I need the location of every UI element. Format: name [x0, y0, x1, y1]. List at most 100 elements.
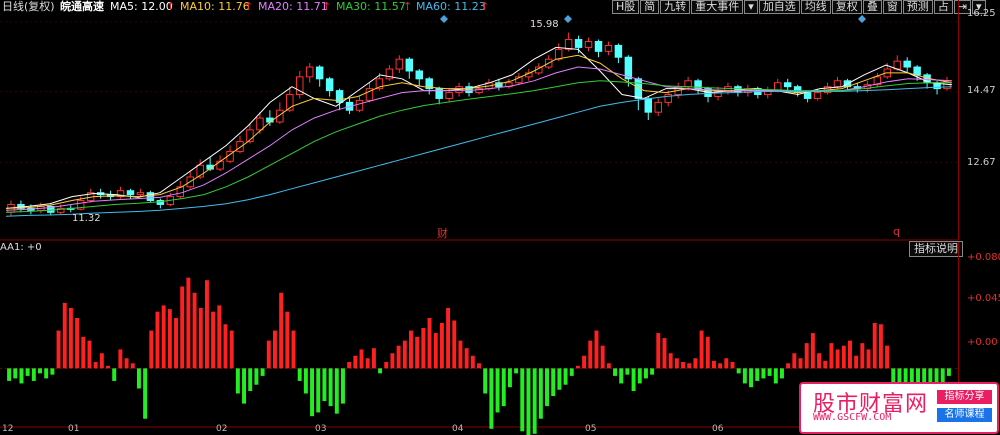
indicator-label-high: +0.080	[967, 252, 1000, 263]
indicator-positive-bar	[600, 345, 605, 369]
indicator-positive-bar	[439, 323, 444, 369]
q-event-marker[interactable]: q	[893, 225, 900, 238]
up-candle	[136, 192, 145, 196]
indicator-negative-bar	[25, 368, 30, 376]
indicator-negative-bar	[31, 368, 36, 381]
up-candle	[305, 66, 314, 78]
indicator-positive-bar	[180, 286, 185, 369]
month-label: 12	[2, 424, 14, 434]
indicator-negative-bar	[13, 368, 18, 379]
indicator-positive-bar	[186, 277, 191, 369]
indicator-negative-bar	[38, 368, 42, 374]
indicator-positive-bar	[390, 353, 395, 369]
indicator-positive-bar	[353, 355, 358, 369]
indicator-positive-bar	[106, 365, 110, 369]
finance-event-marker[interactable]: 财	[437, 225, 448, 241]
indicator-negative-bar	[495, 368, 500, 413]
price-label-low: 12.67	[967, 157, 996, 168]
low-price-note: 11.32	[72, 213, 101, 224]
indicator-positive-bar	[798, 358, 803, 369]
up-candle	[813, 92, 822, 99]
indicator-negative-bar	[254, 368, 259, 385]
ma10-line	[5, 54, 953, 209]
indicator-positive-bar	[384, 362, 389, 369]
indicator-positive-bar	[575, 365, 580, 369]
indicator-negative-bar	[19, 368, 24, 384]
indicator-label-mid: +0.045	[967, 293, 1000, 304]
down-candle	[574, 39, 583, 48]
up-candle	[554, 48, 563, 60]
ma5-line	[5, 46, 953, 209]
up-candle	[604, 44, 613, 52]
indicator-negative-bar	[613, 368, 618, 376]
indicator-positive-bar	[396, 345, 401, 369]
down-candle	[325, 78, 334, 92]
indicator-label-zero: +0.00	[967, 337, 998, 348]
indicator-negative-bar	[143, 368, 148, 419]
indicator-negative-bar	[563, 368, 568, 385]
indicator-negative-bar	[297, 368, 302, 381]
site-watermark[interactable]: 股市财富网 WWW.GSCFW.COM 指标分享 名师课程	[799, 382, 999, 434]
up-candle	[355, 99, 364, 111]
indicator-positive-bar	[217, 305, 222, 369]
indicator-positive-bar	[415, 336, 420, 369]
indicator-negative-bar	[334, 368, 339, 414]
indicator-negative-bar	[538, 368, 543, 419]
indicator-positive-bar	[446, 307, 451, 369]
indicator-positive-bar	[606, 363, 611, 369]
down-candle	[783, 82, 792, 88]
down-candle	[903, 60, 911, 68]
indicator-positive-bar	[56, 330, 61, 369]
indicator-positive-bar	[458, 340, 463, 369]
down-candle	[126, 190, 135, 196]
indicator-negative-bar	[378, 368, 383, 374]
indicator-positive-bar	[724, 358, 729, 369]
up-candle	[445, 92, 453, 99]
indicator-positive-bar	[464, 348, 469, 369]
indicator-negative-bar	[736, 368, 741, 374]
indicator-negative-bar	[501, 368, 506, 407]
indicator-negative-bar	[483, 368, 488, 394]
candlestick-chart[interactable]	[0, 0, 958, 435]
indicator-positive-bar	[674, 358, 679, 369]
indicator-positive-bar	[87, 340, 92, 369]
indicator-negative-bar	[625, 368, 630, 375]
indicator-negative-bar	[749, 368, 754, 388]
watermark-tag-share: 指标分享	[937, 390, 992, 404]
indicator-positive-bar	[427, 317, 432, 369]
indicator-positive-bar	[588, 340, 593, 369]
indicator-positive-bar	[285, 311, 290, 369]
indicator-positive-bar	[75, 317, 80, 369]
indicator-negative-bar	[507, 368, 512, 388]
indicator-positive-bar	[804, 343, 809, 369]
indicator-negative-bar	[773, 368, 778, 384]
indicator-negative-bar	[532, 368, 537, 434]
price-label-high: 16.25	[967, 8, 996, 19]
indicator-positive-bar	[124, 358, 129, 369]
indicator-positive-bar	[817, 353, 822, 369]
indicator-positive-bar	[848, 340, 852, 369]
watermark-url: WWW.GSCFW.COM	[813, 412, 892, 423]
month-label: 04	[452, 424, 464, 434]
indicator-negative-bar	[650, 368, 655, 375]
down-candle	[614, 44, 623, 58]
indicator-positive-bar	[149, 330, 154, 369]
indicator-negative-bar	[643, 368, 648, 379]
indicator-positive-bar	[582, 355, 587, 369]
indicator-negative-bar	[526, 368, 531, 435]
month-label: 02	[216, 424, 228, 434]
indicator-negative-bar	[557, 368, 562, 390]
indicator-negative-bar	[520, 368, 525, 432]
down-candle	[405, 58, 414, 72]
indicator-help-button[interactable]: 指标说明	[909, 241, 963, 257]
indicator-positive-bar	[229, 330, 234, 369]
month-label: 06	[712, 424, 724, 434]
indicator-negative-bar	[112, 368, 117, 381]
indicator-positive-bar	[681, 362, 686, 369]
indicator-positive-bar	[291, 330, 296, 369]
up-candle	[216, 160, 224, 170]
indicator-negative-bar	[755, 368, 760, 381]
up-candle	[395, 58, 404, 70]
indicator-negative-bar	[514, 368, 519, 374]
indicator-positive-bar	[829, 343, 834, 369]
